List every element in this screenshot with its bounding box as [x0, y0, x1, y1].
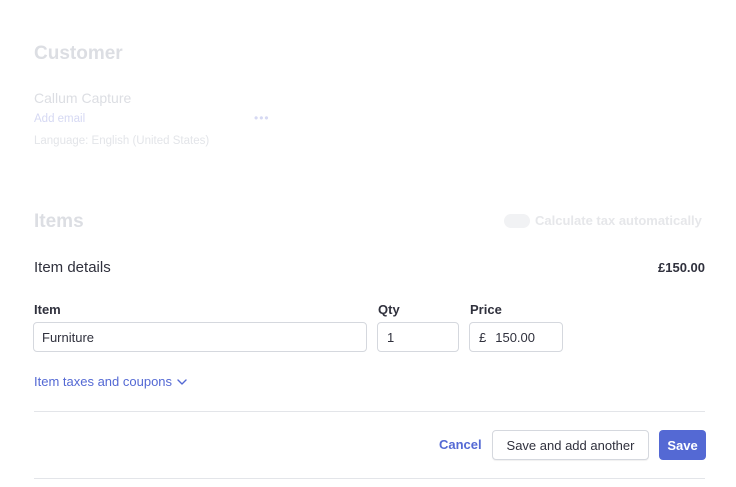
qty-field-label: Qty — [378, 302, 400, 317]
calculate-tax-label: Calculate tax automatically — [535, 213, 702, 228]
item-taxes-coupons-link[interactable]: Item taxes and coupons — [34, 374, 188, 389]
chevron-down-icon — [177, 378, 187, 385]
add-email-link[interactable]: Add email — [34, 113, 85, 125]
currency-symbol: £ — [479, 329, 487, 345]
save-and-add-another-button[interactable]: Save and add another — [492, 430, 649, 460]
customer-name: Callum Capture — [34, 90, 132, 106]
customer-section-title: Customer — [34, 43, 123, 64]
qty-input[interactable]: 1 — [377, 322, 459, 352]
save-button[interactable]: Save — [659, 430, 706, 460]
more-horizontal-icon[interactable]: ••• — [254, 111, 270, 125]
item-name-input[interactable]: Furniture — [33, 322, 367, 352]
price-value: 150.00 — [495, 329, 535, 345]
item-name-value: Furniture — [42, 329, 95, 345]
item-taxes-coupons-label: Item taxes and coupons — [34, 374, 173, 389]
cancel-button[interactable]: Cancel — [439, 437, 482, 452]
item-field-label: Item — [34, 302, 61, 317]
price-field-label: Price — [470, 302, 502, 317]
item-details-title: Item details — [34, 259, 111, 276]
divider — [34, 478, 705, 479]
customer-language: Language: English (United States) — [34, 135, 210, 147]
item-total-amount: £150.00 — [658, 260, 705, 275]
divider — [34, 411, 705, 412]
qty-value: 1 — [387, 329, 395, 345]
price-input[interactable]: £ 150.00 — [469, 322, 563, 352]
calculate-tax-toggle[interactable] — [504, 214, 530, 228]
items-section-title: Items — [34, 211, 84, 232]
